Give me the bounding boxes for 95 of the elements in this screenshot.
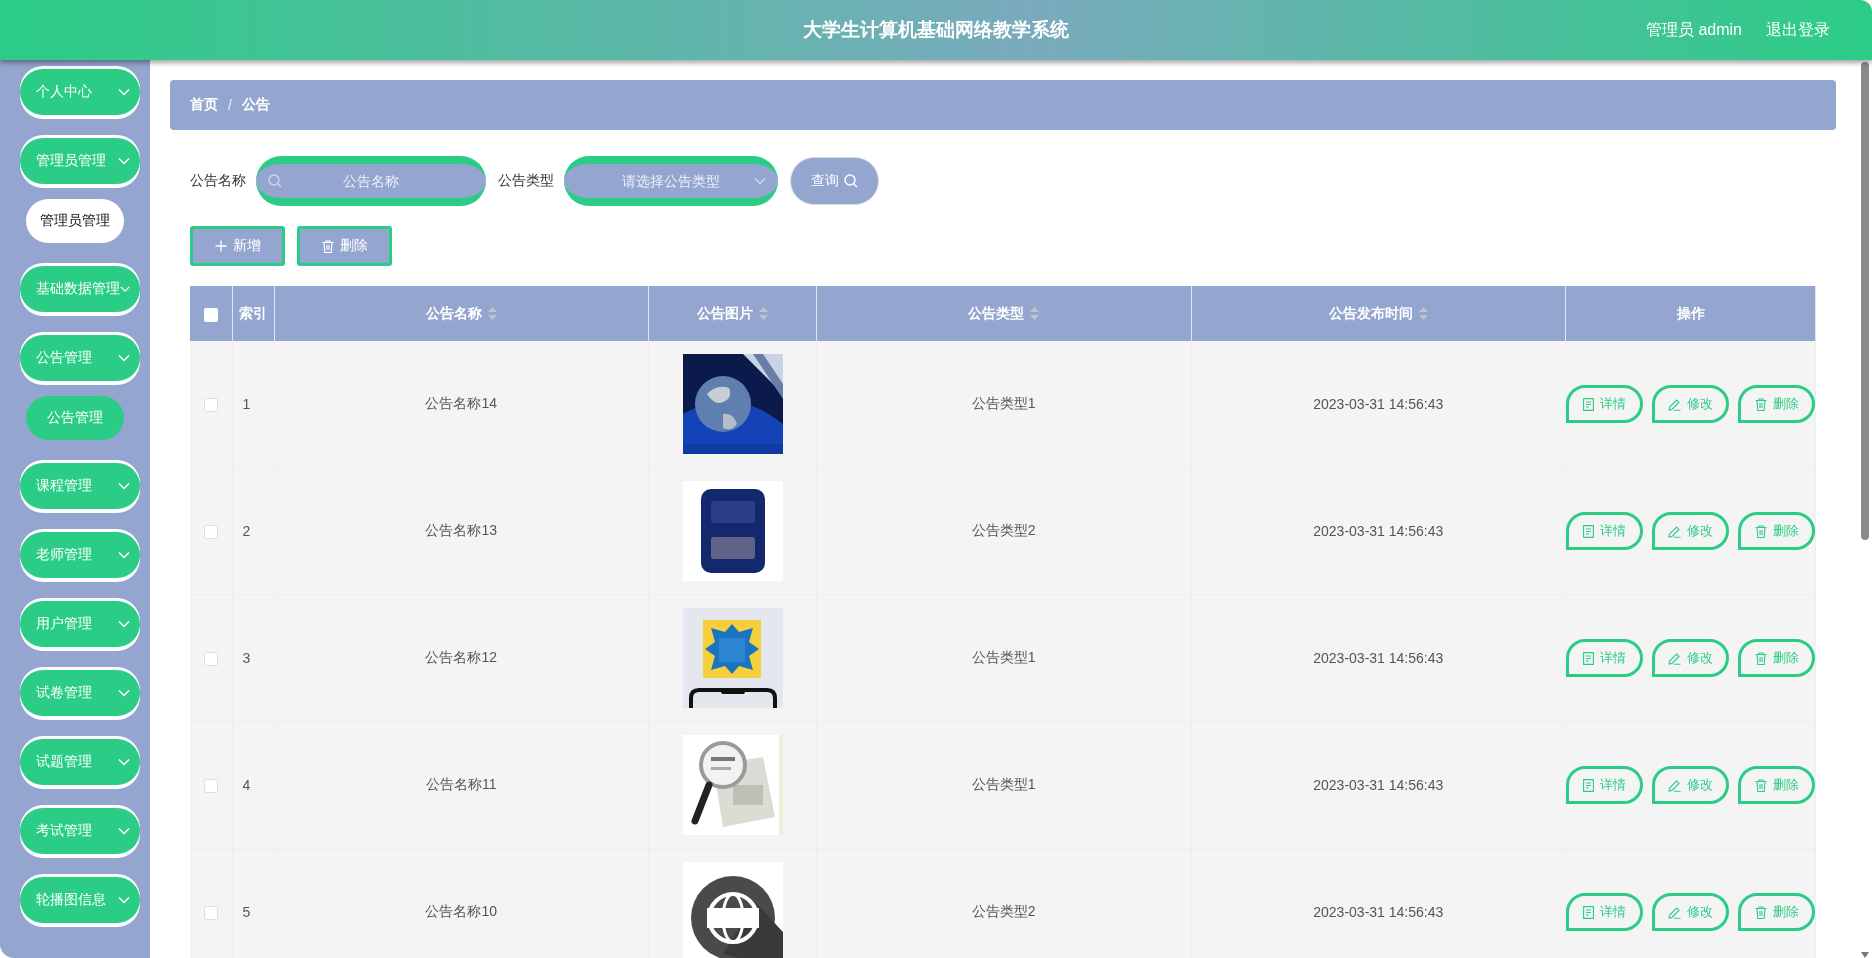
document-icon — [1583, 905, 1594, 919]
trash-icon — [1754, 778, 1767, 792]
chevron-down-icon — [118, 157, 130, 165]
detail-button[interactable]: 详情 — [1566, 385, 1643, 423]
column-header: 公告图片 — [697, 304, 753, 323]
search-field[interactable]: 公告名称 — [256, 156, 486, 206]
table-cell: 公告名称11 — [425, 776, 497, 792]
chevron-down-icon — [118, 827, 130, 835]
chevron-down-icon — [754, 177, 766, 185]
table-cell: 2023-03-31 14:56:43 — [1313, 777, 1444, 793]
trash-icon — [1754, 397, 1767, 411]
delete-button[interactable]: 删除 — [1738, 512, 1815, 550]
row-checkbox[interactable] — [203, 906, 218, 921]
plus-icon — [214, 240, 227, 252]
chevron-down-icon — [118, 88, 130, 96]
pencil-icon — [1668, 524, 1681, 538]
row-checkbox[interactable] — [203, 652, 218, 667]
edit-button[interactable]: 修改 — [1652, 385, 1729, 423]
table-cell: 公告名称13 — [425, 522, 498, 538]
breadcrumb-separator: / — [228, 97, 232, 113]
column-header: 操作 — [1676, 304, 1705, 323]
search-icon — [268, 174, 282, 188]
chevron-down-icon — [118, 354, 130, 362]
table-cell: 4 — [242, 777, 251, 793]
scrollbar-thumb[interactable] — [1861, 62, 1869, 540]
chevron-down-icon — [118, 551, 130, 559]
trash-icon — [1754, 905, 1767, 919]
table-cell: 2023-03-31 14:56:43 — [1313, 650, 1444, 666]
detail-button[interactable]: 详情 — [1566, 512, 1643, 550]
chevron-down-icon — [118, 620, 130, 628]
table-cell: 2023-03-31 14:56:43 — [1313, 396, 1444, 412]
table-cell: 2023-03-31 14:56:43 — [1313, 904, 1444, 920]
trash-icon — [1754, 524, 1767, 538]
table-cell: 公告类型1 — [971, 395, 1036, 411]
delete-button[interactable]: 删除 — [297, 226, 392, 266]
column-header: 公告名称 — [425, 304, 482, 323]
table-cell: 2 — [242, 523, 251, 539]
logout-link[interactable]: 退出登录 — [1766, 19, 1830, 41]
app-title: 大学生计算机基础网络教学系统 — [803, 18, 1069, 42]
table-cell: 2023-03-31 14:56:43 — [1313, 523, 1444, 539]
user-label: 管理员 admin — [1645, 19, 1742, 40]
table-cell: 1 — [242, 396, 251, 412]
trash-icon — [1754, 651, 1767, 665]
table-cell: 公告类型2 — [971, 522, 1036, 538]
delete-button[interactable]: 删除 — [1738, 893, 1815, 931]
pencil-icon — [1668, 397, 1681, 411]
chevron-down-icon — [118, 482, 130, 490]
table-cell: 公告名称10 — [425, 903, 498, 919]
document-icon — [1583, 397, 1594, 411]
edit-button[interactable]: 修改 — [1652, 639, 1729, 677]
delete-button[interactable]: 删除 — [1738, 766, 1815, 804]
scroll-down-arrow-icon — [1861, 952, 1869, 958]
pencil-icon — [1668, 905, 1681, 919]
field-label: 公告类型 — [498, 172, 554, 190]
table-cell: 3 — [242, 650, 251, 666]
select-field[interactable]: 请选择公告类型 — [564, 156, 778, 206]
chevron-down-icon — [118, 896, 130, 904]
pencil-icon — [1668, 651, 1681, 665]
trash-icon — [321, 239, 334, 253]
select-all-checkbox[interactable] — [203, 307, 218, 322]
row-checkbox[interactable] — [203, 525, 218, 540]
breadcrumb-link[interactable]: 首页 — [190, 96, 218, 114]
delete-button[interactable]: 删除 — [1738, 639, 1815, 677]
search-icon — [844, 174, 858, 188]
breadcrumb-link[interactable]: 公告 — [241, 96, 270, 114]
detail-button[interactable]: 详情 — [1566, 639, 1643, 677]
document-icon — [1583, 651, 1594, 665]
submenu-item[interactable]: 公告管理 — [26, 396, 124, 440]
field-label: 公告名称 — [190, 172, 246, 190]
edit-button[interactable]: 修改 — [1652, 766, 1729, 804]
row-checkbox[interactable] — [203, 779, 218, 794]
edit-button[interactable]: 修改 — [1652, 512, 1729, 550]
submenu-item[interactable]: 管理员管理 — [26, 199, 124, 243]
edit-button[interactable]: 修改 — [1652, 893, 1729, 931]
table-cell: 公告类型1 — [971, 649, 1036, 665]
detail-button[interactable]: 详情 — [1566, 766, 1643, 804]
row-checkbox[interactable] — [203, 398, 218, 413]
table-cell: 5 — [242, 904, 251, 920]
delete-button[interactable]: 删除 — [1738, 385, 1815, 423]
table-cell: 公告类型2 — [971, 903, 1036, 919]
table-cell: 公告名称12 — [425, 649, 498, 665]
column-header: 公告发布时间 — [1328, 304, 1413, 323]
add-button[interactable]: 新增 — [190, 226, 285, 266]
chevron-down-icon — [118, 758, 130, 766]
pencil-icon — [1668, 778, 1681, 792]
query-button[interactable]: 查询 — [790, 157, 879, 205]
table-cell: 公告类型1 — [971, 776, 1036, 792]
column-header: 索引 — [239, 304, 267, 323]
chevron-down-icon — [118, 689, 130, 697]
document-icon — [1583, 524, 1594, 538]
chevron-down-icon — [120, 285, 130, 293]
column-header: 公告类型 — [968, 304, 1025, 323]
detail-button[interactable]: 详情 — [1566, 893, 1643, 931]
table-cell: 公告名称14 — [425, 395, 498, 411]
document-icon — [1583, 778, 1594, 792]
